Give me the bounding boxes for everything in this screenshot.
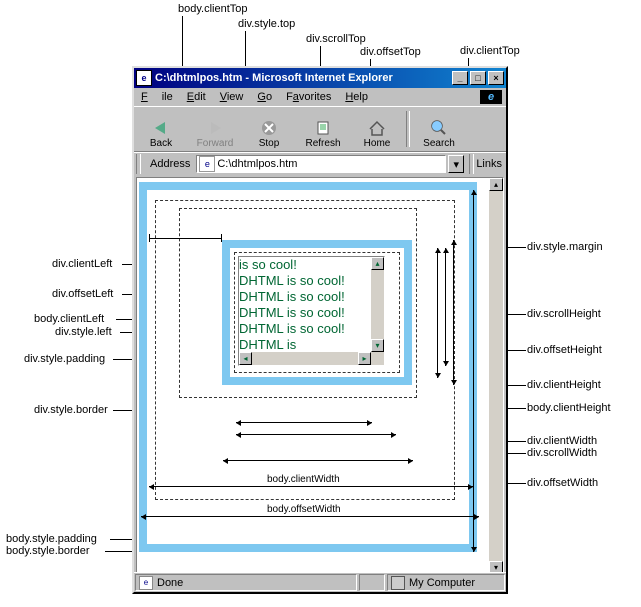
lbl-div-scrollTop: div.scrollTop [306, 33, 366, 45]
menu-edit[interactable]: Edit [180, 89, 213, 105]
done-icon: e [139, 576, 153, 590]
dim-body-clientWidth [149, 486, 473, 487]
div-scroll-corner [371, 352, 384, 365]
lbl-div-clientTop: div.clientTop [460, 45, 520, 57]
dim-div-offsetWidth [223, 460, 413, 461]
div-content: is so cool! DHTML is so cool! DHTML is s… [238, 256, 385, 366]
minimize-button[interactable]: _ [452, 71, 468, 85]
menu-file[interactable]: File [134, 89, 180, 105]
ie-logo-icon: e [480, 90, 502, 104]
lbl-div-style-margin: div.style.margin [527, 241, 603, 253]
lbl-body-style-padding: body.style.padding [6, 533, 97, 545]
status-done: e Done [135, 574, 357, 591]
lbl-div-clientLeft: div.clientLeft [52, 258, 112, 270]
menu-favorites[interactable]: Favorites [279, 89, 338, 105]
address-value: C:\dhtmlpos.htm [217, 158, 297, 170]
lbl-div-style-padding: div.style.padding [24, 353, 105, 365]
lbl-div-style-border: div.style.border [34, 404, 108, 416]
toolbar: Back Forward Stop Refresh Home Search [134, 106, 506, 152]
lbl-div-style-top: div.style.top [238, 18, 295, 30]
cap-body-clientWidth: body.clientWidth [267, 474, 340, 485]
dim-body-clientHeight [473, 190, 474, 552]
computer-icon [391, 576, 405, 590]
dim-div-clientHeight [445, 248, 446, 366]
back-button[interactable]: Back [134, 117, 188, 151]
address-bar: Address e C:\dhtmlpos.htm ▾ Links [134, 152, 506, 175]
dim-body-offsetWidth [141, 516, 479, 517]
cap-body-offsetWidth: body.offsetWidth [267, 504, 341, 515]
lbl-body-clientHeight: body.clientHeight [527, 402, 611, 414]
address-dropdown[interactable]: ▾ [448, 155, 464, 173]
window-title: C:\dhtmlpos.htm - Microsoft Internet Exp… [155, 72, 393, 84]
menu-go[interactable]: Go [250, 89, 279, 105]
lbl-body-clientTop: body.clientTop [178, 3, 248, 15]
refresh-button[interactable]: Refresh [296, 117, 350, 151]
status-gap [359, 574, 385, 591]
address-label: Address [146, 158, 194, 170]
div-vertical-scrollbar[interactable]: ▴ ▾ [371, 257, 384, 352]
close-button[interactable]: × [488, 71, 504, 85]
lbl-body-style-border: body.style.border [6, 545, 90, 557]
title-bar[interactable]: e C:\dhtmlpos.htm - Microsoft Internet E… [134, 68, 506, 88]
home-button[interactable]: Home [350, 117, 404, 151]
lbl-div-scrollHeight: div.scrollHeight [527, 308, 601, 320]
stop-button[interactable]: Stop [242, 117, 296, 151]
dim-div-offsetHeight [453, 240, 454, 385]
lbl-div-clientHeight: div.clientHeight [527, 379, 601, 391]
lbl-div-offsetTop: div.offsetTop [360, 46, 421, 58]
viewport-vertical-scrollbar[interactable]: ▴ ▾ [489, 178, 503, 574]
dim-div-scrollHeight [437, 248, 438, 378]
brkt-offsetLeft [149, 238, 221, 239]
lbl-div-offsetWidth: div.offsetWidth [527, 477, 598, 489]
maximize-button[interactable]: □ [470, 71, 486, 85]
dim-div-clientWidth [236, 422, 372, 423]
page-icon: e [199, 156, 215, 172]
browser-window: e C:\dhtmlpos.htm - Microsoft Internet E… [132, 66, 508, 594]
div-border-box: is so cool! DHTML is so cool! DHTML is s… [222, 240, 412, 385]
status-zone: My Computer [387, 574, 505, 591]
menu-help[interactable]: Help [338, 89, 375, 105]
lbl-div-offsetLeft: div.offsetLeft [52, 288, 113, 300]
status-bar: e Done My Computer [134, 572, 506, 592]
forward-button: Forward [188, 117, 242, 151]
lbl-div-style-left: div.style.left [55, 326, 112, 338]
links-label: Links [476, 158, 506, 170]
content-text: is so cool! DHTML is so cool! DHTML is s… [239, 257, 348, 352]
search-button[interactable]: Search [412, 117, 466, 151]
content-viewport: is so cool! DHTML is so cool! DHTML is s… [136, 177, 504, 575]
ie-icon: e [136, 70, 152, 86]
menu-bar: File Edit View Go Favorites Help e [134, 88, 506, 106]
address-field[interactable]: e C:\dhtmlpos.htm [196, 155, 446, 173]
lbl-div-scrollWidth: div.scrollWidth [527, 447, 597, 459]
lbl-body-clientLeft: body.clientLeft [34, 313, 104, 325]
dim-div-scrollWidth [236, 434, 396, 435]
lbl-div-offsetHeight: div.offsetHeight [527, 344, 602, 356]
div-horizontal-scrollbar[interactable]: ◂ ▸ [239, 352, 371, 365]
lbl-div-clientWidth: div.clientWidth [527, 435, 597, 447]
menu-view[interactable]: View [213, 89, 251, 105]
